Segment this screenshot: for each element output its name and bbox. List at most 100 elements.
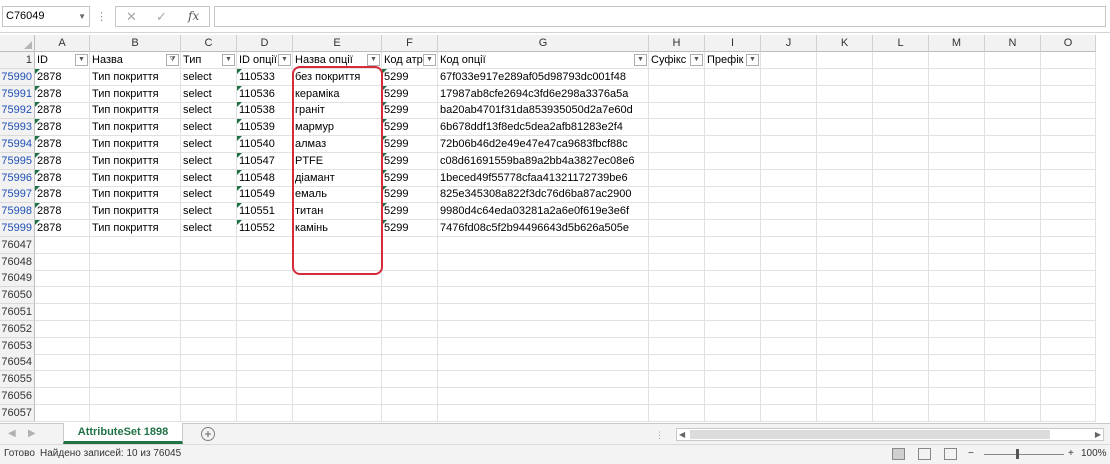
empty-cell[interactable] (649, 220, 705, 237)
empty-cell[interactable] (1041, 253, 1096, 271)
empty-cell[interactable] (761, 388, 817, 405)
row-header[interactable]: 76051 (0, 304, 35, 321)
empty-cell[interactable] (761, 337, 817, 355)
cell-attr-code[interactable]: 5299 (382, 102, 438, 120)
empty-cell[interactable] (761, 304, 817, 321)
empty-cell[interactable] (90, 304, 181, 321)
column-header-k[interactable]: K (817, 35, 873, 52)
cell-attr-code[interactable]: 5299 (382, 186, 438, 204)
cell-option-name[interactable]: граніт (293, 102, 382, 120)
empty-cell[interactable] (181, 253, 237, 271)
empty-cell[interactable] (237, 337, 293, 355)
header-cell-col-option-name[interactable]: Назва опції ▼ (293, 52, 382, 69)
empty-cell[interactable] (817, 85, 873, 103)
empty-cell[interactable] (293, 236, 382, 254)
cell-id[interactable]: 2878 (35, 85, 90, 103)
empty-cell[interactable] (438, 337, 649, 355)
cell-option-id[interactable]: 110539 (237, 119, 293, 137)
cell-attr-code[interactable]: 5299 (382, 119, 438, 137)
row-header[interactable]: 75991 (0, 85, 35, 103)
empty-cell[interactable] (817, 152, 873, 170)
cell-name[interactable]: Тип покриття (90, 186, 181, 204)
empty-cell[interactable] (438, 236, 649, 254)
empty-cell[interactable] (817, 304, 873, 321)
cell-option-id[interactable]: 110548 (237, 169, 293, 187)
empty-cell[interactable] (1041, 102, 1096, 120)
header-cell-col-option-code[interactable]: Код опції ▼ (438, 52, 649, 69)
scrollbar-thumb[interactable] (690, 430, 1050, 439)
empty-cell[interactable] (181, 287, 237, 305)
empty-cell[interactable] (705, 68, 761, 86)
empty-cell[interactable] (761, 169, 817, 187)
horizontal-scrollbar[interactable]: ◀ ▶ (676, 428, 1104, 441)
empty-cell[interactable] (705, 371, 761, 389)
cell-attr-code[interactable]: 5299 (382, 203, 438, 221)
empty-cell[interactable] (649, 270, 705, 288)
empty-cell[interactable] (761, 320, 817, 338)
cell-option-code[interactable]: c08d61691559ba89a2bb4a3827ec08e6 (438, 152, 649, 170)
empty-cell[interactable] (1041, 52, 1096, 69)
empty-cell[interactable] (985, 320, 1041, 338)
empty-cell[interactable] (761, 136, 817, 153)
cancel-icon[interactable]: ✕ (126, 9, 137, 25)
empty-cell[interactable] (35, 337, 90, 355)
empty-cell[interactable] (761, 220, 817, 237)
cell-option-id[interactable]: 110547 (237, 152, 293, 170)
empty-cell[interactable] (873, 371, 929, 389)
empty-cell[interactable] (293, 270, 382, 288)
empty-cell[interactable] (1041, 220, 1096, 237)
cell-name[interactable]: Тип покриття (90, 203, 181, 221)
cell-type[interactable]: select (181, 68, 237, 86)
empty-cell[interactable] (1041, 169, 1096, 187)
cell-type[interactable]: select (181, 85, 237, 103)
empty-cell[interactable] (181, 354, 237, 372)
empty-cell[interactable] (873, 404, 929, 422)
empty-cell[interactable] (985, 169, 1041, 187)
empty-cell[interactable] (649, 388, 705, 405)
empty-cell[interactable] (929, 119, 985, 137)
empty-cell[interactable] (90, 236, 181, 254)
empty-cell[interactable] (929, 253, 985, 271)
empty-cell[interactable] (438, 371, 649, 389)
empty-cell[interactable] (761, 102, 817, 120)
empty-cell[interactable] (761, 119, 817, 137)
empty-cell[interactable] (985, 287, 1041, 305)
empty-cell[interactable] (382, 253, 438, 271)
empty-cell[interactable] (705, 152, 761, 170)
next-sheet-icon[interactable]: ▶ (28, 428, 36, 439)
empty-cell[interactable] (929, 287, 985, 305)
cell-type[interactable]: select (181, 152, 237, 170)
empty-cell[interactable] (705, 236, 761, 254)
empty-cell[interactable] (237, 253, 293, 271)
scroll-right-icon[interactable]: ▶ (1095, 429, 1101, 440)
header-cell-col-id[interactable]: ID ▼ (35, 52, 90, 69)
empty-cell[interactable] (705, 304, 761, 321)
sheet-tab-attributeset[interactable]: AttributeSet 1898 (63, 423, 183, 444)
cell-name[interactable]: Тип покриття (90, 68, 181, 86)
empty-cell[interactable] (1041, 304, 1096, 321)
cell-option-name[interactable]: PTFE (293, 152, 382, 170)
empty-cell[interactable] (1041, 404, 1096, 422)
empty-cell[interactable] (1041, 136, 1096, 153)
empty-cell[interactable] (873, 136, 929, 153)
zoom-slider[interactable] (984, 454, 1064, 455)
empty-cell[interactable] (817, 388, 873, 405)
empty-cell[interactable] (705, 354, 761, 372)
formula-input[interactable] (214, 6, 1106, 27)
cell-name[interactable]: Тип покриття (90, 152, 181, 170)
empty-cell[interactable] (649, 85, 705, 103)
filter-dropdown-icon[interactable]: ▼ (746, 54, 759, 66)
empty-cell[interactable] (1041, 320, 1096, 338)
cell-option-name[interactable]: емаль (293, 186, 382, 204)
empty-cell[interactable] (293, 287, 382, 305)
cell-option-name[interactable]: без покриття (293, 68, 382, 86)
page-break-view-icon[interactable] (944, 448, 957, 460)
empty-cell[interactable] (817, 203, 873, 221)
cell-option-id[interactable]: 110549 (237, 186, 293, 204)
cell-option-id[interactable]: 110540 (237, 136, 293, 153)
empty-cell[interactable] (817, 371, 873, 389)
empty-cell[interactable] (761, 236, 817, 254)
empty-cell[interactable] (237, 354, 293, 372)
empty-cell[interactable] (35, 270, 90, 288)
empty-cell[interactable] (237, 388, 293, 405)
